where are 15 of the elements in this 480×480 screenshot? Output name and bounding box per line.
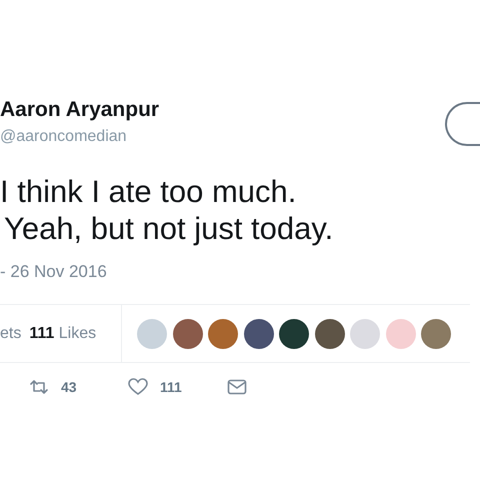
avatar-icon[interactable] bbox=[314, 318, 344, 348]
avatar-icon[interactable] bbox=[244, 318, 274, 348]
author-name[interactable]: Aaron Aryanpur bbox=[0, 98, 160, 122]
heart-icon[interactable] bbox=[128, 378, 148, 396]
action-count: 111 bbox=[160, 379, 182, 395]
retweet-icon[interactable] bbox=[29, 379, 49, 395]
envelope-icon[interactable] bbox=[227, 379, 247, 395]
avatar-icon[interactable] bbox=[172, 318, 202, 348]
retweets-label[interactable]: ets bbox=[0, 324, 22, 342]
tweet-date: - 26 Nov 2016 bbox=[0, 262, 107, 282]
action-count: 43 bbox=[61, 379, 77, 395]
avatar-icon[interactable] bbox=[279, 318, 309, 348]
tweet-text: I think I ate too much. Yeah, but not just today. bbox=[0, 173, 334, 247]
follow-button[interactable] bbox=[445, 102, 480, 146]
likes-count[interactable]: 111 Likes bbox=[29, 324, 96, 342]
